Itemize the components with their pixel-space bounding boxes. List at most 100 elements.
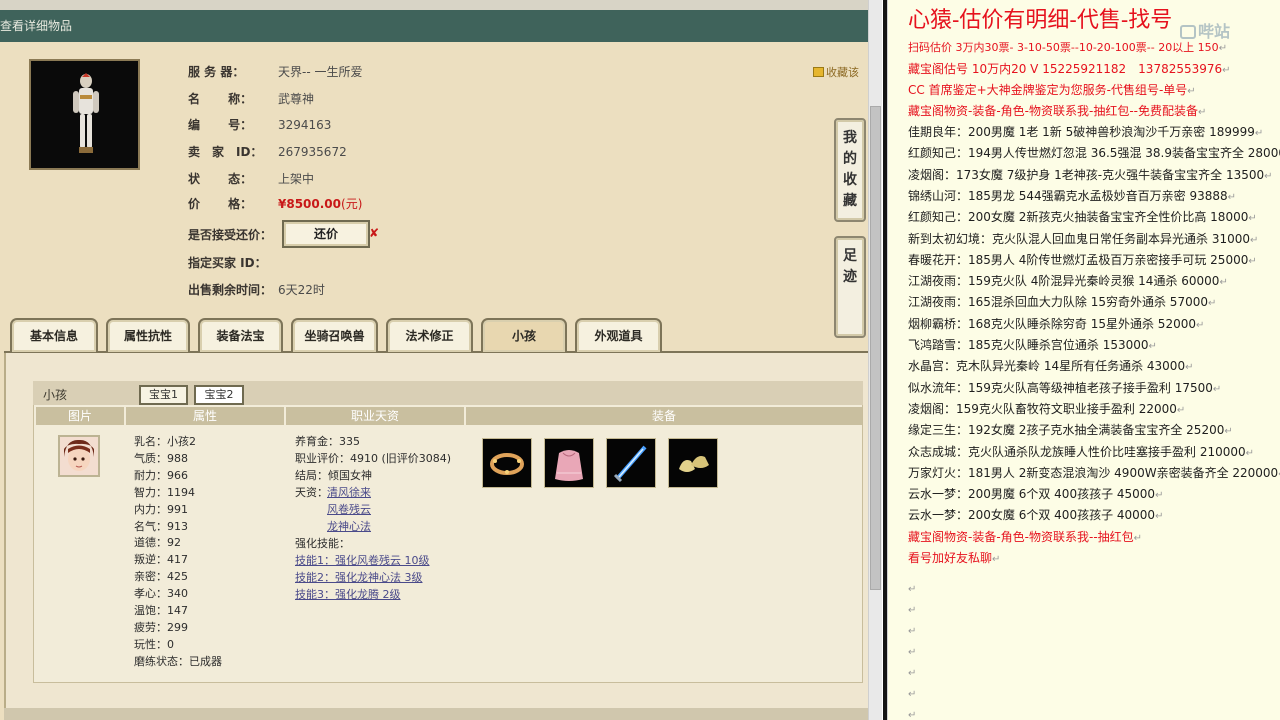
counter-offer-label: 是否接受还价： [188,228,273,242]
note-text: 缘定三生：192女魔 2孩子克水抽全满装备宝宝齐全 25200 [908,423,1225,438]
talent-link[interactable]: 风卷残云 [327,501,371,518]
skill-link[interactable]: 技能3：强化龙腾 2级 [295,586,401,603]
note-text: 水晶宫：克木队异光秦岭 14星所有任务通杀 43000 [908,359,1186,374]
counter-offer-button[interactable]: 还价 [282,220,370,248]
item-detail-window: 查看详细物品 服 务 器： 天界-- 一生所爱名 称： 武尊神编 号： 3294163… [0,0,870,720]
pilcrow-icon: ↵ [1219,277,1228,289]
pilcrow-icon: ↵ [1187,86,1196,97]
close-x-icon[interactable]: ✘ [369,226,379,240]
note-line: 云水一梦：200女魔 6个双 400孩孩子 40000↵ [908,505,1163,526]
column-header-3: 职业天资 [286,407,464,425]
note-text: 春暖花开：185男人 4阶传世燃灯孟极百万亲密接手可玩 25000 [908,252,1249,267]
tab-7[interactable]: 外观道具 [575,318,662,352]
pilcrow-icon: ↵ [1245,447,1255,459]
note-line: 藏宝阁估号 10万内20 V 15225921182 13782553976↵ [908,59,1231,80]
note-text: 红颜知己：200女魔 2新孩克火抽装备宝宝齐全性价比高 18000 [908,210,1249,225]
ring-icon [483,439,531,491]
note-line: 江湖夜雨：159克火队 4阶混异光秦岭灵猴 14通杀 60000↵ [908,271,1228,292]
time-remaining-row: 出售剩余时间： 6天22时 [188,281,325,299]
time-remaining-value: 6天22时 [278,283,325,297]
character-avatar [29,59,140,170]
column-header-1: 图片 [36,407,124,425]
note-line: 飞鸿踏雪：185克火队睡杀宫位通杀 153000↵ [908,335,1157,356]
character-figure-icon [73,73,99,153]
info-row: 服 务 器： 天界-- 一生所爱 [188,63,362,81]
child-attribute: 名气：913 [134,519,188,533]
pilcrow-icon: ↵ [1227,191,1237,203]
pilcrow-icon: ↵ [908,605,917,616]
note-text: 凌烟阁：173女魔 7级护身 1老神孩-克火强牛装备宝宝齐全 13500 [908,167,1265,182]
favorite-link[interactable]: 收藏该 [813,64,859,80]
child-face-icon [60,437,98,475]
pilcrow-icon: ↵ [908,689,917,700]
note-line: 水晶宫：克木队异光秦岭 14星所有任务通杀 43000↵ [908,356,1193,377]
tab-1[interactable]: 基本信息 [10,318,98,352]
pink-robe-item[interactable] [544,438,594,488]
child-attribute: 磨练状态：已成器 [134,654,222,668]
tab-3[interactable]: 装备法宝 [198,318,283,352]
info-label: 服 务 器： [188,65,245,79]
info-row: 名 称： 武尊神 [188,90,314,108]
pilcrow-icon: ↵ [908,584,917,595]
tab-2[interactable]: 属性抗性 [106,318,190,352]
info-row: 卖 家 ID： 267935672 [188,143,347,161]
note-line: 春暖花开：185男人 4阶传世燃灯孟极百万亲密接手可玩 25000↵ [908,250,1257,271]
note-line: 新到太初幻境：克火队混人回血鬼日常任务副本异光通杀 31000↵ [908,229,1258,250]
tab-6[interactable]: 小孩 [481,318,567,352]
note-line: 藏宝阁物资-装备-角色-物资联系我-抽红包--免费配装备↵ [908,101,1206,122]
empty-line: ↵ [908,599,916,620]
scrollbar-thumb[interactable] [870,106,881,590]
note-text: 众志成城：克火队通杀队龙族睡人性价比哇塞接手盈利 210000 [908,444,1246,459]
shoes-item[interactable] [668,438,718,488]
info-value: 天界-- 一生所爱 [278,65,363,79]
pilcrow-icon: ↵ [1133,532,1143,544]
skill-link[interactable]: 技能2：强化龙神心法 3级 [295,569,423,586]
note-text: 藏宝阁估号 10万内20 V 15225921182 13782553976 [908,62,1223,76]
skill-link[interactable]: 技能1：强化风卷残云 10级 [295,552,430,569]
note-line: 缘定三生：192女魔 2孩子克水抽全满装备宝宝齐全 25200↵ [908,420,1233,441]
empty-line: ↵ [908,704,916,720]
tab-4[interactable]: 坐骑召唤兽 [291,318,378,352]
note-line: 佳期良年：200男魔 1老 1新 5破神兽秒浪淘沙千万亲密 189999↵ [908,122,1263,143]
pilcrow-icon: ↵ [1222,65,1231,76]
note-text: 飞鸿踏雪：185克火队睡杀宫位通杀 153000 [908,338,1149,352]
child-portrait [58,435,100,477]
child-attribute: 智力：1194 [134,485,195,499]
note-text: 似水流年：159克火队高等级神植老孩子接手盈利 17500 [908,380,1213,395]
child-attribute: 疲劳：299 [134,620,188,634]
pink-robe-icon [545,439,593,491]
side-button-label: 足迹 [843,248,857,285]
note-line: 众志成城：克火队通杀队龙族睡人性价比哇塞接手盈利 210000↵ [908,442,1254,463]
talent-link[interactable]: 清风徐来 [327,484,371,501]
blue-sword-icon [607,439,655,491]
side-button-2[interactable]: 足迹 [834,236,866,338]
talent-link[interactable]: 龙神心法 [327,518,371,535]
note-line: 烟柳霸桥：168克火队睡杀除穷奇 15星外通杀 52000↵ [908,314,1204,335]
info-value: 267935672 [278,145,347,159]
pilcrow-icon: ↵ [1176,404,1186,416]
foster-money: 养育金：335 [295,435,360,448]
empty-line: ↵ [908,641,916,662]
info-label: 卖 家 ID： [188,145,263,159]
notes-title: 心猿-估价有明细-代售-找号 [908,8,1173,33]
column-header-2: 属性 [126,407,284,425]
pilcrow-icon: ↵ [1264,170,1273,182]
side-button-1[interactable]: 我的收藏 [834,118,866,222]
note-line: 凌烟阁：159克火队畜牧符文职业接手盈利 22000↵ [908,399,1185,420]
ring-item[interactable] [482,438,532,488]
note-text: 锦绣山河：185男龙 544强霸克水孟极妙音百万亲密 93888 [908,188,1228,203]
pilcrow-icon: ↵ [908,668,917,679]
note-line: 红颜知己：200女魔 2新孩克火抽装备宝宝齐全性价比高 18000↵ [908,207,1257,228]
child-subtab-2[interactable]: 宝宝2 [194,385,244,405]
note-text: 凌烟阁：159克火队畜牧符文职业接手盈利 22000 [908,401,1177,416]
note-text: 佳期良年：200男魔 1老 1新 5破神兽秒浪淘沙千万亲密 189999 [908,125,1255,139]
pilcrow-icon: ↵ [1155,490,1164,502]
side-button-label: 我的收藏 [843,130,857,209]
window-bottom-border [4,708,868,720]
time-remaining-label: 出售剩余时间： [188,283,273,297]
tab-5[interactable]: 法术修正 [386,318,473,352]
pilcrow-icon: ↵ [1218,43,1228,54]
child-subtab-1[interactable]: 宝宝1 [139,385,188,405]
favorite-label: 收藏该 [826,66,859,79]
blue-sword-item[interactable] [606,438,656,488]
